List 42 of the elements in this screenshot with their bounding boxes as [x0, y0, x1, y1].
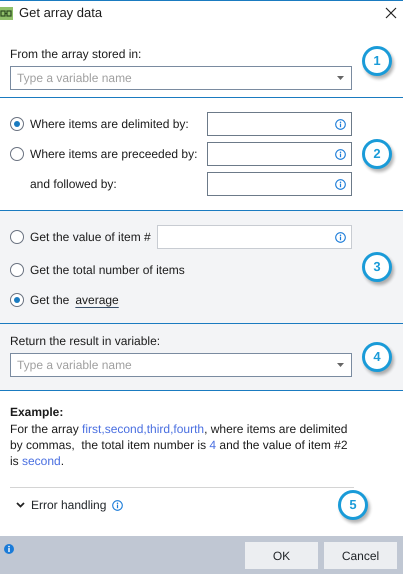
field-label: Return the result in variable:: [10, 332, 162, 350]
option-label: Where items are delimited by:: [30, 116, 190, 133]
step-badge: 5: [338, 490, 368, 520]
option-label: and followed by:: [30, 176, 118, 193]
info-icon[interactable]: [335, 148, 346, 160]
step-badge: 3: [362, 252, 392, 282]
step-badge: 2: [362, 139, 392, 169]
caret-icon: [337, 76, 344, 80]
info-icon[interactable]: [335, 118, 346, 130]
option-label: Get the: [30, 292, 70, 309]
operation-dropdown[interactable]: average: [75, 291, 119, 309]
error-handling-toggle[interactable]: Error handling: [16, 496, 338, 514]
radio-button[interactable]: [10, 293, 24, 307]
radio-button[interactable]: [10, 230, 24, 244]
app-icon: [0, 6, 13, 20]
option-label: Get the total number of items: [30, 262, 185, 279]
dialog-button[interactable]: OK: [245, 542, 318, 569]
text-field[interactable]: [206, 172, 352, 196]
dialog-button[interactable]: Cancel: [324, 542, 397, 569]
close-icon[interactable]: [385, 7, 397, 19]
info-icon[interactable]: [335, 178, 346, 190]
info-icon[interactable]: [4, 544, 14, 554]
info-icon[interactable]: [335, 232, 346, 242]
text-field[interactable]: [206, 112, 352, 136]
info-icon[interactable]: [112, 500, 124, 510]
example-text: For the array first,second,third,fourth, where items are delimited by commas, the total item number is 4 and the value of item #2 is second.: [10, 421, 349, 469]
variable-dropdown[interactable]: Type a variable name: [10, 352, 352, 376]
option-label: Where items are preceeded by:: [30, 146, 198, 163]
radio-button[interactable]: [10, 147, 24, 161]
variable-dropdown[interactable]: Type a variable name: [10, 66, 352, 90]
example-heading: Example:: [10, 404, 64, 421]
field-label: From the array stored in:: [10, 46, 142, 62]
text-field[interactable]: [156, 225, 352, 249]
step-badge: 4: [362, 342, 392, 372]
option-label: Get the value of item #: [30, 229, 151, 246]
window-title: Get array data: [19, 4, 102, 22]
radio-button[interactable]: [10, 117, 24, 131]
caret-icon: [337, 362, 344, 366]
step-badge: 1: [362, 46, 392, 76]
radio-button[interactable]: [10, 263, 24, 277]
text-field[interactable]: [206, 142, 352, 166]
chevron-icon: [16, 502, 25, 508]
